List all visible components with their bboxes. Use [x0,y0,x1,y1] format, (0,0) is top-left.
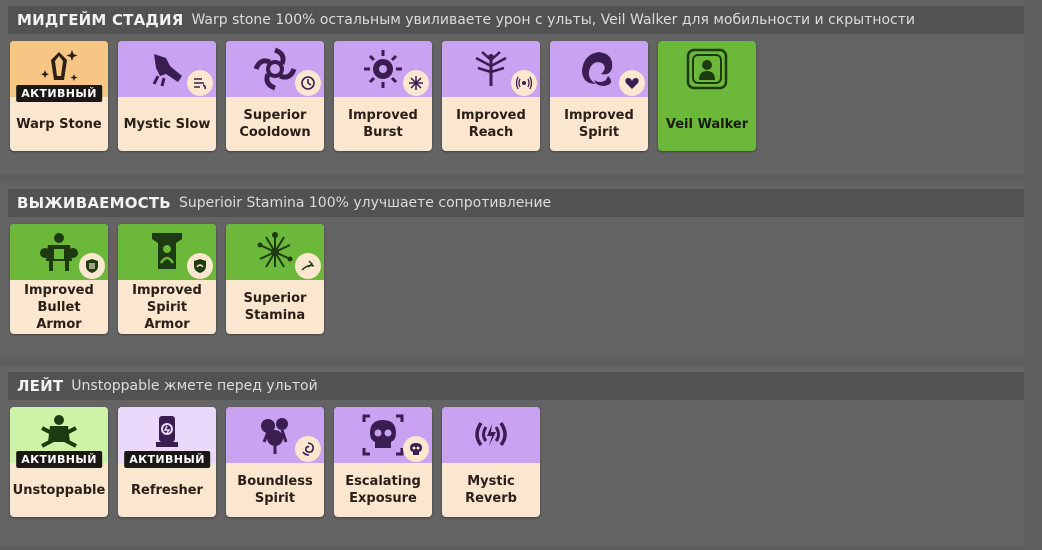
improved-reach-icon [475,51,507,86]
item-name: Improved Burst [348,108,418,140]
sub-badge [295,253,321,279]
section-description: Superioir Stamina 100% улучшаете сопроти… [178,195,552,211]
section-description: Warp stone 100% остальным увиливаете уро… [191,12,916,28]
improved-spirit-icon [582,52,613,86]
item-name: Improved Reach [456,108,526,140]
sub-badge [295,70,321,96]
item-card-mystic-reverb[interactable]: Mystic Reverb [442,407,540,517]
sub-badge [79,253,105,279]
section-header: ВЫЖИВАЕМОСТЬ Superioir Stamina 100% улуч… [8,189,1024,217]
cooldown-icon [301,76,315,90]
section-title: ЛЕЙТ [17,377,64,395]
item-name: Boundless Spirit [237,474,313,506]
item-name: Improved Spirit Armor [132,282,202,332]
item-card-superior-cooldown[interactable]: Superior Cooldown [226,41,324,151]
item-card-veil-walker[interactable]: Veil Walker [658,41,756,151]
item-row: АКТИВНЫЙ Warp Stone Mystic Slow Superior… [10,41,756,151]
sub-badge [619,70,645,96]
sub-badge [187,70,213,96]
item-card-unstoppable[interactable]: АКТИВНЫЙ Unstoppable [10,407,108,517]
item-name: Mystic Reverb [465,474,517,506]
burst-icon [409,76,423,90]
item-row: АКТИВНЫЙ Unstoppable АКТИВНЫЙ Refresher [10,407,540,517]
stamina-icon [301,260,315,271]
card-icon-area [658,41,756,97]
sub-badge [187,253,213,279]
item-name: Mystic Slow [123,116,211,132]
bullet-shield-icon [86,259,98,273]
escalating-exposure-icon [362,414,404,456]
spirit-swirl-icon [302,442,314,456]
veil-walker-icon [686,48,728,90]
item-name: Improved Bullet Armor [24,282,94,332]
section-header: ЛЕЙТ Unstoppable жмете перед ультой [8,372,1024,400]
mystic-reverb-icon [475,422,507,447]
mystic-slow-icon [152,54,182,87]
spirit-shield-icon [194,259,206,273]
item-name: Refresher [131,482,203,498]
sub-badge [403,436,429,462]
item-name: Improved Spirit [564,108,634,140]
improved-burst-icon [364,50,402,88]
section-description: Unstoppable жмете перед ультой [71,378,318,394]
sub-badge [511,70,537,96]
item-name: Escalating Exposure [345,474,421,506]
item-card-mystic-slow[interactable]: Mystic Slow [118,41,216,151]
spirit-heart-icon [625,78,639,89]
item-card-improved-spirit[interactable]: Improved Spirit [550,41,648,151]
superior-cooldown-icon [253,47,297,91]
item-name: Superior Cooldown [239,108,311,140]
item-card-warp-stone[interactable]: АКТИВНЫЙ Warp Stone [10,41,108,151]
item-name: Superior Stamina [243,291,307,323]
item-card-boundless-spirit[interactable]: Boundless Spirit [226,407,324,517]
section-header: МИДГЕЙМ СТАДИЯ Warp stone 100% остальным… [8,6,1024,34]
item-card-improved-reach[interactable]: Improved Reach [442,41,540,151]
section-title: ВЫЖИВАЕМОСТЬ [17,194,171,212]
item-name: Veil Walker [665,116,749,132]
range-icon [515,76,533,90]
item-card-superior-stamina[interactable]: Superior Stamina [226,224,324,334]
sub-badge [403,70,429,96]
sub-badge [295,436,321,462]
item-card-improved-burst[interactable]: Improved Burst [334,41,432,151]
item-card-refresher[interactable]: АКТИВНЫЙ Refresher [118,407,216,517]
skull-icon [410,443,422,455]
item-card-improved-bullet-armor[interactable]: Improved Bullet Armor [10,224,108,334]
item-row: Improved Bullet Armor Improved Spirit Ar… [10,224,324,334]
spirit-armor-icon [152,233,182,269]
bullet-armor-icon [40,233,78,271]
item-name: Unstoppable [12,482,106,498]
superior-stamina-icon [257,232,293,268]
item-card-improved-spirit-armor[interactable]: Improved Spirit Armor [118,224,216,334]
card-icon-area [442,407,540,463]
item-name: Warp Stone [16,116,102,132]
item-card-escalating-exposure[interactable]: Escalating Exposure [334,407,432,517]
boundless-spirit-icon [261,418,288,454]
section-title: МИДГЕЙМ СТАДИЯ [17,11,184,29]
slow-icon [194,78,207,90]
